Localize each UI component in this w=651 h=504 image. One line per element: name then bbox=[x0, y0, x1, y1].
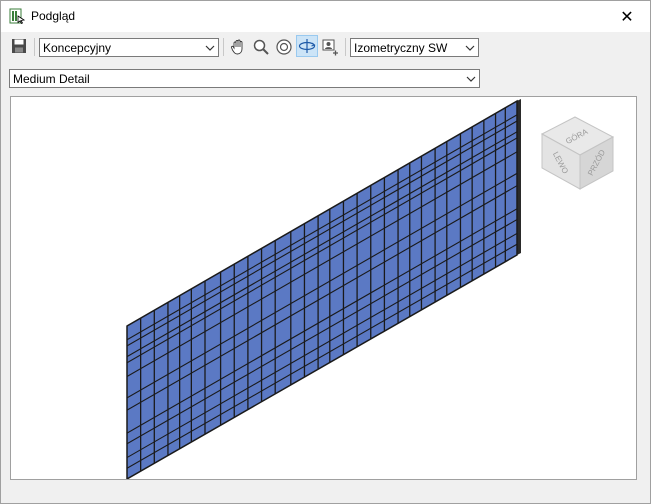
zoom-icon bbox=[253, 39, 269, 55]
curtain-wall-model: GÓRA LEWO PRZÓD bbox=[126, 99, 615, 481]
close-icon: ✕ bbox=[620, 7, 634, 26]
chevron-down-icon bbox=[202, 39, 218, 56]
chevron-down-icon bbox=[463, 70, 479, 87]
camera-icon bbox=[322, 39, 338, 56]
detail-level-select[interactable]: Medium Detail bbox=[9, 69, 480, 88]
visual-style-value: Koncepcyjny bbox=[43, 41, 112, 55]
wall-panel bbox=[126, 99, 518, 481]
toolbar: Koncepcyjny Izometryczny SW bbox=[1, 35, 650, 61]
3d-viewport[interactable]: GÓRA LEWO PRZÓD bbox=[10, 96, 637, 481]
view-select[interactable]: Izometryczny SW bbox=[350, 38, 479, 57]
preview-window: Podgląd ✕ Koncepcyjny Izometryczny SW Me… bbox=[0, 0, 651, 504]
title-bar: Podgląd ✕ bbox=[1, 1, 650, 32]
detail-level-value: Medium Detail bbox=[13, 72, 90, 86]
app-icon bbox=[9, 8, 25, 24]
pan-icon bbox=[231, 39, 243, 55]
zoom-button[interactable] bbox=[251, 36, 271, 58]
toolbar-separator bbox=[34, 38, 35, 56]
visual-style-select[interactable]: Koncepcyjny bbox=[39, 38, 219, 57]
chevron-down-icon bbox=[462, 39, 478, 56]
close-button[interactable]: ✕ bbox=[604, 1, 650, 32]
save-button[interactable] bbox=[9, 35, 29, 57]
window-title: Podgląd bbox=[31, 9, 76, 23]
toolbar-separator bbox=[223, 38, 224, 56]
zoom-fit-icon bbox=[276, 39, 292, 55]
camera-button[interactable] bbox=[320, 36, 340, 58]
save-icon bbox=[12, 39, 26, 53]
view-value: Izometryczny SW bbox=[354, 41, 448, 55]
view-cube[interactable]: GÓRA LEWO PRZÓD bbox=[540, 116, 615, 190]
pan-button[interactable] bbox=[228, 36, 248, 58]
orbit-icon bbox=[298, 39, 316, 53]
toolbar-separator bbox=[345, 38, 346, 56]
orbit-button[interactable] bbox=[296, 35, 318, 57]
curtain-wall bbox=[126, 99, 521, 481]
zoom-fit-button[interactable] bbox=[274, 36, 294, 58]
